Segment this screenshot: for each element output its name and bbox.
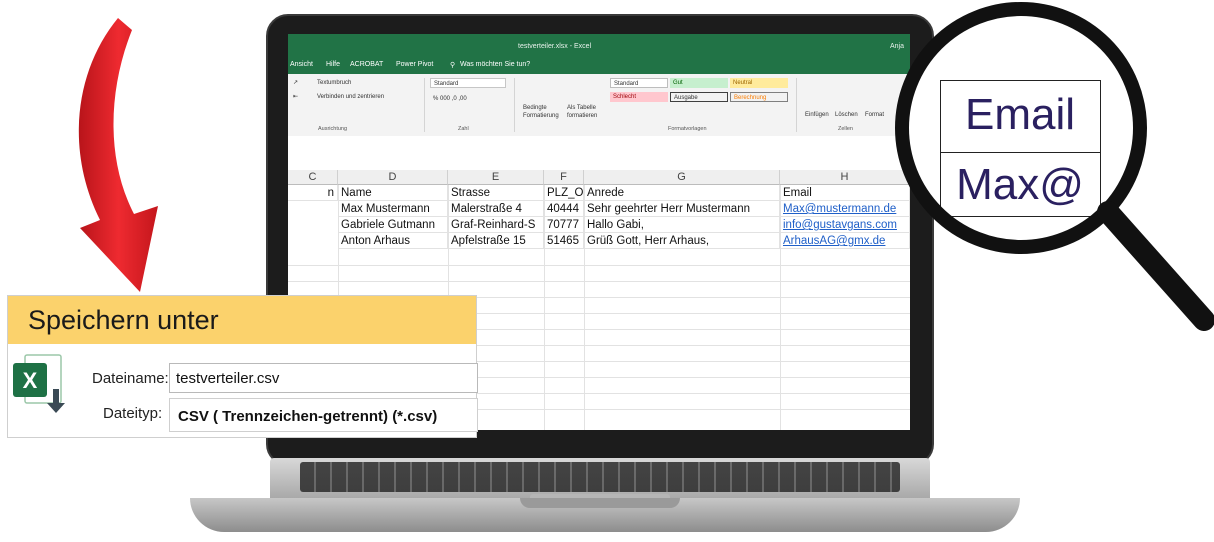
- cell-header-anrede[interactable]: Anrede: [584, 185, 780, 201]
- column-header-g[interactable]: G: [584, 170, 780, 185]
- cell-anrede[interactable]: Sehr geehrter Herr Mustermann: [584, 201, 780, 217]
- cell-plz[interactable]: 70777: [544, 217, 584, 233]
- red-arrow-graphic: [78, 18, 158, 292]
- excel-titlebar: testverteiler.xlsx - Excel Anja: [288, 34, 910, 58]
- merge-center-button[interactable]: Verbinden und zentrieren: [314, 92, 414, 102]
- laptop-notch: [520, 498, 680, 508]
- number-format-icons[interactable]: % 000 ,0 ,00: [430, 94, 506, 104]
- cell-header-name[interactable]: Name: [338, 185, 448, 201]
- style-ausgabe[interactable]: Ausgabe: [670, 92, 728, 102]
- dialog-header: Speichern unter: [8, 296, 476, 344]
- ribbon-separator: [514, 78, 515, 132]
- ribbon-tabs: Ansicht Hilfe ACROBAT Power Pivot ⚲ Was …: [288, 58, 910, 74]
- delete-cells-button[interactable]: Löschen: [832, 110, 860, 120]
- tab-hilfe[interactable]: Hilfe: [326, 61, 340, 68]
- cell-strasse[interactable]: Graf-Reinhard-S: [448, 217, 544, 233]
- search-icon: ⚲: [450, 62, 456, 69]
- grid-line: [288, 281, 910, 282]
- window-title: testverteiler.xlsx - Excel: [518, 43, 592, 50]
- laptop-keyboard: [300, 462, 900, 492]
- filename-label: Dateiname:: [92, 370, 169, 387]
- grid-line: [780, 185, 781, 430]
- ribbon-separator: [424, 78, 425, 132]
- conditional-formatting-button[interactable]: Bedingte Formatierung: [520, 104, 560, 120]
- group-alignment-label: Ausrichtung: [318, 126, 348, 132]
- column-header-d[interactable]: D: [338, 170, 448, 185]
- cell-plz[interactable]: 40444: [544, 201, 584, 217]
- insert-cells-button[interactable]: Einfügen: [802, 110, 830, 120]
- grid-line: [584, 185, 585, 430]
- cell-name[interactable]: Max Mustermann: [338, 201, 448, 217]
- group-number-label: Zahl: [458, 126, 469, 132]
- grid-line: [544, 185, 545, 430]
- column-header-f[interactable]: F: [544, 170, 584, 185]
- tab-power-pivot[interactable]: Power Pivot: [396, 61, 433, 68]
- grid-line: [288, 265, 910, 266]
- orientation-icon[interactable]: ↗: [290, 78, 310, 88]
- cell-name[interactable]: Anton Arhaus: [338, 233, 448, 249]
- dialog-title: Speichern unter: [28, 305, 219, 335]
- formula-area: [288, 136, 910, 170]
- cell-header-plz[interactable]: PLZ_Or: [544, 185, 584, 201]
- format-as-table-button[interactable]: Als Tabelle formatieren: [564, 104, 604, 120]
- style-gut[interactable]: Gut: [670, 78, 728, 88]
- ribbon: ↗ Textumbruch ⇤ Verbinden und zentrieren…: [288, 74, 910, 137]
- excel-logo-letter: X: [23, 368, 38, 393]
- excel-file-icon: X: [13, 354, 65, 413]
- indent-icon[interactable]: ⇤: [290, 92, 310, 102]
- tell-me-search[interactable]: Was möchten Sie tun?: [460, 61, 530, 68]
- tab-acrobat[interactable]: ACROBAT: [350, 61, 383, 68]
- cell-c1[interactable]: n: [288, 185, 338, 201]
- cell-name[interactable]: Gabriele Gutmann: [338, 217, 448, 233]
- magnifier-icon: [895, 2, 1214, 331]
- style-schlecht[interactable]: Schlecht: [610, 92, 668, 102]
- cell-header-strasse[interactable]: Strasse: [448, 185, 544, 201]
- save-as-dialog: Speichern unter X Dateiname: testverteil…: [7, 295, 478, 438]
- tab-ansicht[interactable]: Ansicht: [290, 61, 313, 68]
- style-standard[interactable]: Standard: [610, 78, 668, 88]
- ribbon-separator: [796, 78, 797, 132]
- filetype-label: Dateityp:: [103, 405, 163, 422]
- group-cells-label: Zellen: [838, 126, 853, 132]
- filetype-select[interactable]: CSV ( Trennzeichen-getrennt) (*.csv): [169, 398, 478, 432]
- filename-input[interactable]: testverteiler.csv: [169, 363, 478, 393]
- style-neutral[interactable]: Neutral: [730, 78, 788, 88]
- group-styles-label: Formatvorlagen: [668, 126, 707, 132]
- cell-anrede[interactable]: Grüß Gott, Herr Arhaus,: [584, 233, 780, 249]
- wrap-text-button[interactable]: Textumbruch: [314, 78, 394, 88]
- number-format-select[interactable]: Standard: [430, 78, 506, 88]
- column-header-c[interactable]: C: [288, 170, 338, 185]
- style-berechnung[interactable]: Berechnung: [730, 92, 788, 102]
- cell-strasse[interactable]: Apfelstraße 15: [448, 233, 544, 249]
- cell-anrede[interactable]: Hallo Gabi,: [584, 217, 780, 233]
- cell-plz[interactable]: 51465: [544, 233, 584, 249]
- column-header-e[interactable]: E: [448, 170, 544, 185]
- cell-strasse[interactable]: Malerstraße 4: [448, 201, 544, 217]
